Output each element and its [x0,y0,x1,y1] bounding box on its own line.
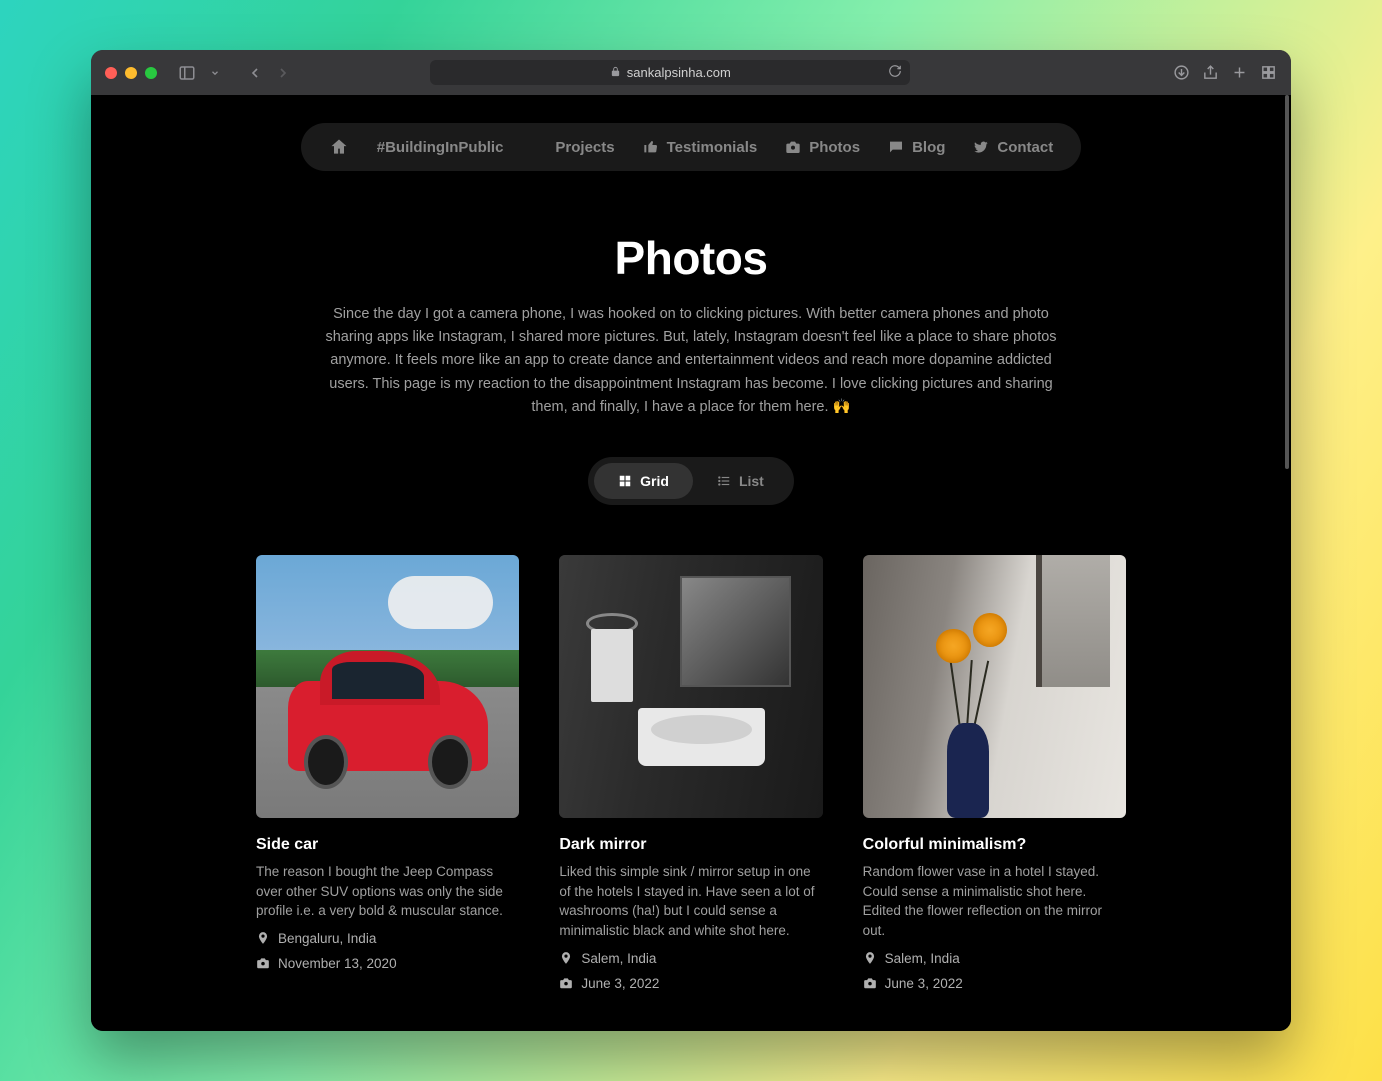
view-toggle: Grid List [588,457,794,505]
nav-contact[interactable]: Contact [973,139,1053,156]
page-viewport: #BuildingInPublic Projects Testimonials … [91,95,1291,1031]
nav-label: Photos [809,139,860,156]
chat-icon [888,139,904,155]
new-tab-icon[interactable] [1231,64,1248,81]
list-icon [717,474,731,488]
traffic-lights [105,67,157,79]
photo-description: The reason I bought the Jeep Compass ove… [256,862,519,921]
camera-icon [559,976,573,990]
chevron-down-icon[interactable] [203,61,227,85]
grid-icon [618,474,632,488]
reload-icon[interactable] [888,64,902,81]
url-text: sankalpsinha.com [627,65,731,80]
nav-home[interactable] [329,137,349,157]
url-bar[interactable]: sankalpsinha.com [430,60,910,85]
photo-location: Salem, India [863,951,1126,966]
list-view-button[interactable]: List [693,463,788,499]
grid-view-button[interactable]: Grid [594,463,693,499]
photo-thumbnail [559,555,822,818]
browser-window: sankalpsinha.com [91,50,1291,1031]
photo-title: Dark mirror [559,836,822,854]
photo-location: Salem, India [559,951,822,966]
pin-icon [256,931,270,945]
nav-testimonials[interactable]: Testimonials [643,139,758,156]
main-nav: #BuildingInPublic Projects Testimonials … [301,123,1081,171]
nav-label: Projects [555,139,614,156]
page-title: Photos [115,231,1267,285]
photo-card[interactable]: Side car The reason I bought the Jeep Co… [256,555,519,991]
nav-projects[interactable]: Projects [531,139,614,156]
nav-building-in-public[interactable]: #BuildingInPublic [377,139,504,156]
nav-blog[interactable]: Blog [888,139,945,156]
share-icon[interactable] [1202,64,1219,81]
photo-description: Random flower vase in a hotel I stayed. … [863,862,1126,940]
downloads-icon[interactable] [1173,64,1190,81]
photo-date: November 13, 2020 [256,956,519,971]
maximize-window-button[interactable] [145,67,157,79]
photo-grid: Side car The reason I bought the Jeep Co… [256,555,1126,991]
camera-icon [863,976,877,990]
twitter-icon [973,139,989,155]
photo-thumbnail [256,555,519,818]
camera-icon [256,956,270,970]
nav-label: #BuildingInPublic [377,139,504,156]
nav-label: Testimonials [667,139,758,156]
photo-thumbnail [863,555,1126,818]
camera-icon [785,139,801,155]
browser-titlebar: sankalpsinha.com [91,50,1291,95]
page-intro: Since the day I got a camera phone, I wa… [311,303,1071,419]
photo-title: Colorful minimalism? [863,836,1126,854]
toggle-label: List [739,473,764,489]
minimize-window-button[interactable] [125,67,137,79]
close-window-button[interactable] [105,67,117,79]
photo-card[interactable]: Dark mirror Liked this simple sink / mir… [559,555,822,991]
pin-icon [863,951,877,965]
nav-label: Blog [912,139,945,156]
photo-date: June 3, 2022 [863,976,1126,991]
lock-icon [610,65,621,80]
nav-label: Contact [997,139,1053,156]
scrollbar[interactable] [1285,95,1289,469]
sidebar-toggle-icon[interactable] [175,61,199,85]
pin-icon [559,951,573,965]
wand-icon [531,139,547,155]
back-button[interactable] [243,61,267,85]
forward-button[interactable] [271,61,295,85]
photo-location: Bengaluru, India [256,931,519,946]
photo-date: June 3, 2022 [559,976,822,991]
tabs-overview-icon[interactable] [1260,64,1277,81]
photo-title: Side car [256,836,519,854]
nav-photos[interactable]: Photos [785,139,860,156]
photo-description: Liked this simple sink / mirror setup in… [559,862,822,940]
toggle-label: Grid [640,473,669,489]
photo-card[interactable]: Colorful minimalism? Random flower vase … [863,555,1126,991]
thumbs-up-icon [643,139,659,155]
